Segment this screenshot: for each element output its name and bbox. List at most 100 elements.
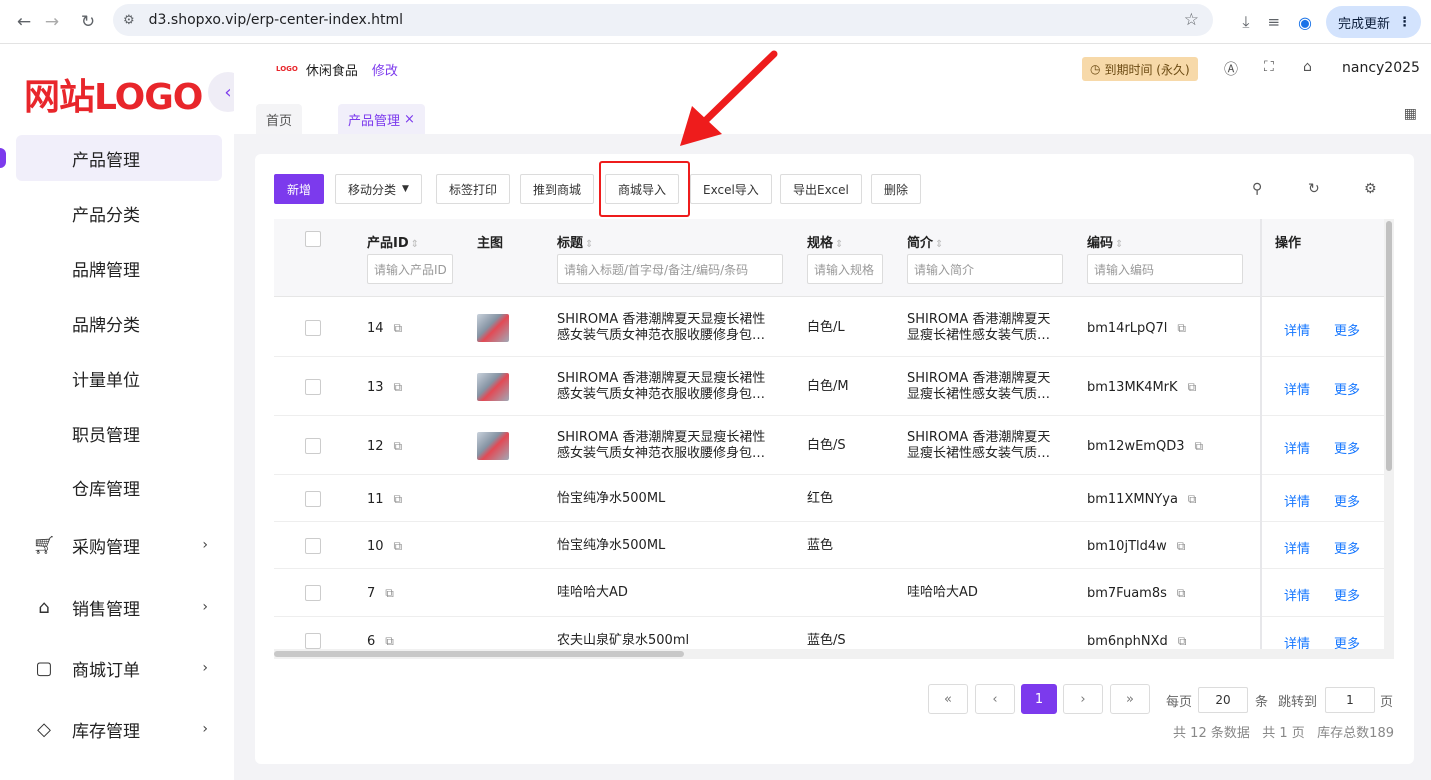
row-checkbox[interactable] [305,491,321,507]
copy-icon[interactable]: ⧉ [1194,438,1203,454]
filter-title-input[interactable]: 请输入标题/首字母/备注/编码/条码 [557,254,783,284]
detail-link[interactable]: 详情 [1284,585,1310,604]
product-thumbnail[interactable] [477,373,509,401]
fullscreen-icon[interactable]: ⛶ [1264,59,1274,75]
row-checkbox[interactable] [305,379,321,395]
more-link[interactable]: 更多 [1334,491,1360,510]
sidebar-item-units[interactable]: 计量单位 [16,355,222,401]
current-page-button[interactable]: 1 [1021,684,1057,714]
sidebar-item-brand-category[interactable]: 品牌分类 [16,300,222,346]
tab-home[interactable]: 首页 [256,104,303,134]
more-link[interactable]: 更多 [1334,538,1360,557]
table-row[interactable]: 14 ⧉ SHIROMA 香港潮牌夏天显瘦长裙性 感女装气质女神范衣服收腰修身包… 白色… [274,298,1384,357]
font-size-icon[interactable]: Ⓐ [1224,59,1238,79]
excel-import-button[interactable]: Excel导入 [690,174,772,204]
address-bar[interactable]: ⚙ d3.shopxo.vip/erp-center-index.html ☆ [113,4,1213,36]
copy-icon[interactable]: ⧉ [385,633,394,649]
product-thumbnail[interactable] [477,432,509,460]
refresh-icon[interactable]: ↻ [1308,181,1320,197]
profile-icon[interactable]: ◉ [1298,13,1312,32]
copy-icon[interactable]: ⧉ [1177,320,1186,336]
column-header-intro[interactable]: 简介 ⇕ [907,232,943,251]
copy-icon[interactable]: ⧉ [1177,585,1186,601]
sidebar-item-product-management[interactable]: 产品管理 [16,135,222,181]
row-checkbox[interactable] [305,320,321,336]
sidebar-item-warehouse[interactable]: 仓库管理 [16,464,222,510]
detail-link[interactable]: 详情 [1284,491,1310,510]
search-icon[interactable]: ⚲ [1252,181,1262,197]
sidebar-item-brand-management[interactable]: 品牌管理 [16,245,222,291]
more-link[interactable]: 更多 [1334,438,1360,457]
sidebar-item-staff[interactable]: 职员管理 [16,410,222,456]
forward-icon[interactable]: → [41,11,63,33]
table-row[interactable]: 7 ⧉ 哇哈哈大AD 哇哈哈大AD bm7Fuam8s ⧉ 详情 更多 [274,569,1384,617]
vertical-scrollbar[interactable] [1384,219,1394,659]
last-page-button[interactable]: » [1110,684,1150,714]
detail-link[interactable]: 详情 [1284,320,1310,339]
detail-link[interactable]: 详情 [1284,438,1310,457]
detail-link[interactable]: 详情 [1284,538,1310,557]
first-page-button[interactable]: « [928,684,968,714]
row-checkbox[interactable] [305,438,321,454]
sidebar-item-purchasing[interactable]: 🛒︎ 采购管理 › [16,522,222,568]
filter-id-input[interactable]: 请输入产品ID [367,254,453,284]
copy-icon[interactable]: ⧉ [394,538,403,554]
grid-menu-icon[interactable]: ▦ [1404,106,1417,122]
row-checkbox[interactable] [305,538,321,554]
more-link[interactable]: 更多 [1334,585,1360,604]
copy-icon[interactable]: ⧉ [1178,633,1187,649]
edit-shop-link[interactable]: 修改 [372,60,398,79]
sidebar-item-sales[interactable]: ⌂ 销售管理 › [16,584,222,630]
delete-button[interactable]: 删除 [871,174,922,204]
copy-icon[interactable]: ⧉ [394,379,403,395]
column-header-title[interactable]: 标题 ⇕ [557,232,593,251]
copy-icon[interactable]: ⧉ [385,585,394,601]
tab-product-management[interactable]: 产品管理 × [338,104,425,134]
product-thumbnail[interactable] [477,314,509,342]
settings-icon[interactable]: ⚙ [1364,181,1377,197]
media-icon[interactable]: ≡ [1267,13,1280,31]
copy-icon[interactable]: ⧉ [1188,379,1197,395]
reload-icon[interactable]: ↻ [77,11,99,33]
push-mall-button[interactable]: 推到商城 [520,174,595,204]
select-all-checkbox[interactable] [305,231,321,247]
back-icon[interactable]: ← [13,11,35,33]
table-row[interactable]: 13 ⧉ SHIROMA 香港潮牌夏天显瘦长裙性 感女装气质女神范衣服收腰修身包… 白色… [274,357,1384,416]
prev-page-button[interactable]: ‹ [975,684,1015,714]
print-label-button[interactable]: 标签打印 [436,174,511,204]
copy-icon[interactable]: ⧉ [394,320,403,336]
jump-page-input[interactable]: 1 [1325,687,1375,713]
copy-icon[interactable]: ⧉ [1188,491,1197,507]
table-row[interactable]: 10 ⧉ 怡宝纯净水500ML 蓝色 bm10jTld4w ⧉ 详情 更多 [274,522,1384,569]
copy-icon[interactable]: ⧉ [394,491,403,507]
more-link[interactable]: 更多 [1334,379,1360,398]
more-link[interactable]: 更多 [1334,320,1360,339]
row-checkbox[interactable] [305,633,321,649]
copy-icon[interactable]: ⧉ [394,438,403,454]
download-icon[interactable]: ⤓ [1242,12,1249,32]
export-excel-button[interactable]: 导出Excel [780,174,862,204]
next-page-button[interactable]: › [1063,684,1103,714]
sidebar-item-mall-orders[interactable]: ▢ 商城订单 › [16,645,222,691]
update-button[interactable]: 完成更新 ⋮ [1325,6,1421,38]
filter-code-input[interactable]: 请输入编码 [1087,254,1243,284]
site-settings-icon[interactable]: ⚙ [123,13,135,28]
column-header-id[interactable]: 产品ID ⇕ [367,232,419,251]
sidebar-item-inventory[interactable]: ◇ 库存管理 › [16,706,222,752]
close-tab-icon[interactable]: × [404,112,415,127]
table-row[interactable]: 12 ⧉ SHIROMA 香港潮牌夏天显瘦长裙性 感女装气质女神范衣服收腰修身包… 白色… [274,416,1384,475]
home-icon[interactable]: ⌂ [1303,59,1312,75]
column-header-spec[interactable]: 规格 ⇕ [807,232,843,251]
bookmark-star-icon[interactable]: ☆ [1184,10,1199,30]
horizontal-scrollbar[interactable] [274,649,1384,659]
move-category-button[interactable]: 移动分类 ▼ [335,174,422,204]
filter-intro-input[interactable]: 请输入简介 [907,254,1063,284]
copy-icon[interactable]: ⧉ [1177,538,1186,554]
filter-spec-input[interactable]: 请输入规格 [807,254,883,284]
sidebar-item-product-category[interactable]: 产品分类 [16,190,222,236]
scroll-thumb[interactable] [1386,221,1392,471]
column-header-code[interactable]: 编码 ⇕ [1087,232,1123,251]
username[interactable]: nancy2025 [1342,60,1420,76]
table-row[interactable]: 11 ⧉ 怡宝纯净水500ML 红色 bm11XMNYya ⧉ 详情 更多 [274,475,1384,522]
scroll-thumb[interactable] [274,651,684,657]
